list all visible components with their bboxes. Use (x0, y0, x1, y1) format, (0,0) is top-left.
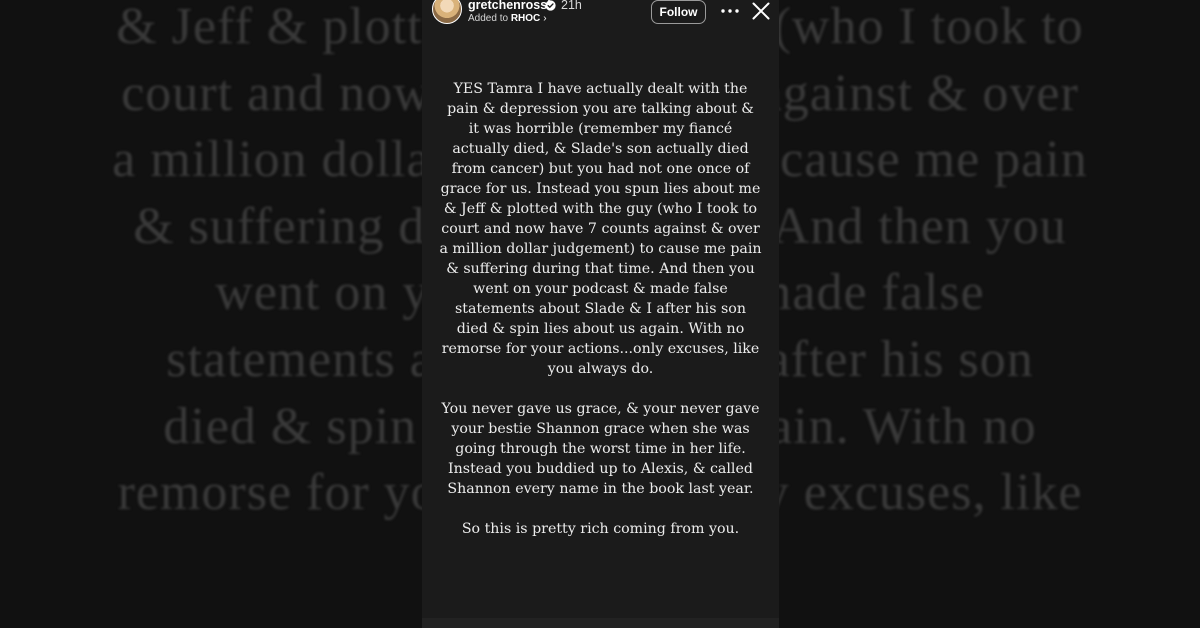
story-header: gretchenrossi 21h Added to RHOC › Follow (422, 0, 779, 34)
story-line: statements about Slade & I after his son (455, 301, 746, 317)
story-paragraph: You never gave us grace, & your never ga… (432, 399, 769, 499)
story-panel: gretchenrossi 21h Added to RHOC › Follow … (422, 0, 779, 628)
story-line: from cancer) but you had not one once of (451, 161, 750, 177)
story-line: grace for us. Instead you spun lies abou… (440, 181, 761, 197)
follow-button[interactable]: Follow (651, 0, 706, 24)
story-line: YES Tamra I have actually dealt with the (453, 81, 748, 97)
story-line: you always do. (547, 361, 654, 377)
story-paragraph: YES Tamra I have actually dealt with the… (432, 79, 769, 379)
story-bottom-bar (422, 618, 779, 628)
story-line: court and now have 7 counts against & ov… (441, 221, 760, 237)
story-text: YES Tamra I have actually dealt with the… (432, 79, 769, 559)
story-line: Instead you buddied up to Alexis, & call… (448, 461, 753, 477)
added-prefix: Added to (468, 13, 509, 24)
close-icon[interactable] (752, 2, 770, 20)
story-line: died & spin lies about us again. With no (456, 321, 745, 337)
story-line: went on your podcast & made false (473, 281, 728, 297)
story-line: it was horrible (remember my fiancé (468, 121, 733, 137)
story-line: & Jeff & plotted with the guy (who I too… (443, 201, 758, 217)
story-line: pain & depression you are talking about … (447, 101, 754, 117)
highlight-link[interactable]: Added to RHOC › (468, 13, 547, 24)
story-line: actually died, & Slade's son actually di… (452, 141, 749, 157)
verified-icon (545, 0, 556, 11)
story-line: Shannon every name in the book last year… (447, 481, 754, 497)
chevron-right-icon: › (543, 13, 547, 24)
highlight-name: RHOC (510, 13, 541, 24)
story-paragraph: So this is pretty rich coming from you. (432, 519, 769, 539)
post-time: 21h (561, 0, 582, 12)
story-line: your bestie Shannon grace when she was (451, 421, 750, 437)
avatar[interactable] (432, 0, 462, 24)
story-line: & suffering during that time. And then y… (446, 261, 755, 277)
story-line: a million dollar judgement) to cause me … (439, 241, 762, 257)
story-line: going through the worst time in her life… (455, 441, 746, 457)
more-icon[interactable] (719, 3, 741, 19)
story-line: remorse for your actions...only excuses,… (441, 341, 760, 357)
username[interactable]: gretchenrossi (468, 0, 551, 12)
story-line: You never gave us grace, & your never ga… (441, 401, 760, 417)
story-line: So this is pretty rich coming from you. (461, 521, 740, 537)
